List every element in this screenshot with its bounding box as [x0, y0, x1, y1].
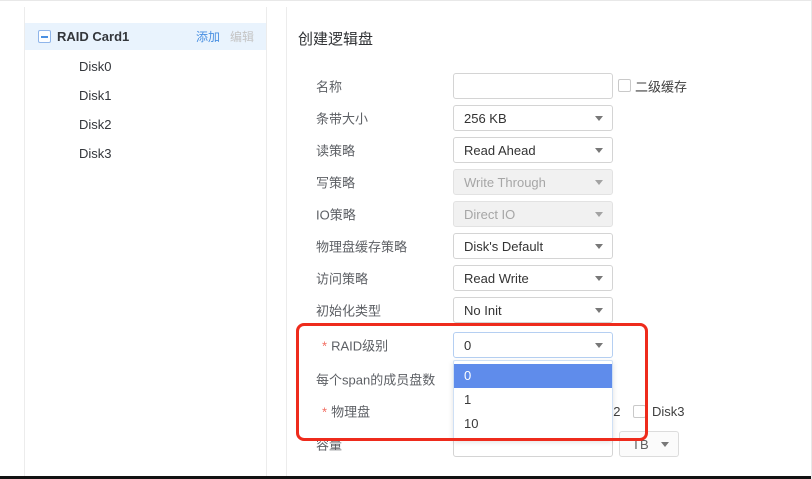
sidebar-item-disk1[interactable]: Disk1 — [25, 81, 266, 110]
io-policy-label: IO策略 — [316, 205, 356, 224]
sidebar-item-disk0[interactable]: Disk0 — [25, 52, 266, 81]
physical-disk-option-disk3[interactable]: Disk3 — [633, 398, 685, 424]
chevron-down-icon — [595, 343, 603, 348]
raid-level-option-0[interactable]: 0 — [454, 364, 612, 388]
name-input[interactable] — [453, 73, 613, 99]
stripe-size-select[interactable]: 256 KB — [453, 105, 613, 131]
raid-level-option-10[interactable]: 10 — [454, 412, 612, 436]
stripe-size-value: 256 KB — [464, 111, 507, 126]
init-type-row: 初始化类型 No Init — [287, 297, 811, 323]
disk-cache-policy-value: Disk's Default — [464, 239, 543, 254]
secondary-cache-label: 二级缓存 — [635, 77, 687, 96]
chevron-down-icon — [595, 276, 603, 281]
add-link[interactable]: 添加 — [196, 28, 220, 45]
chevron-down-icon — [595, 180, 603, 185]
init-type-label: 初始化类型 — [316, 301, 381, 320]
edit-link[interactable]: 编辑 — [230, 28, 254, 45]
stripe-size-label: 条带大小 — [316, 109, 368, 128]
write-policy-label: 写策略 — [316, 173, 355, 192]
init-type-value: No Init — [464, 303, 502, 318]
collapse-minus-icon[interactable] — [38, 30, 51, 43]
raid-level-row: *RAID级别 0 — [287, 332, 811, 358]
name-row: 名称 二级缓存 — [287, 73, 811, 99]
access-policy-label: 访问策略 — [316, 269, 368, 288]
write-policy-row: 写策略 Write Through — [287, 169, 811, 195]
raid-card-actions: 添加 编辑 — [196, 28, 254, 45]
write-policy-value: Write Through — [464, 175, 546, 190]
create-logical-disk-panel: 创建逻辑盘 名称 二级缓存 条带大小 256 KB 读策略 Read Ahead — [286, 7, 811, 476]
required-asterisk: * — [322, 405, 327, 420]
read-policy-value: Read Ahead — [464, 143, 536, 158]
raid-level-value: 0 — [464, 338, 471, 353]
span-member-disks-label: 每个span的成员盘数 — [316, 370, 435, 389]
io-policy-row: IO策略 Direct IO — [287, 201, 811, 227]
write-policy-select: Write Through — [453, 169, 613, 195]
io-policy-value: Direct IO — [464, 207, 515, 222]
page-title: 创建逻辑盘 — [298, 28, 373, 49]
raid-card-node[interactable]: RAID Card1 添加 编辑 — [25, 23, 266, 50]
chevron-down-icon — [595, 308, 603, 313]
required-asterisk: * — [322, 339, 327, 354]
disk-cache-policy-row: 物理盘缓存策略 Disk's Default — [287, 233, 811, 259]
read-policy-label: 读策略 — [316, 141, 355, 160]
access-policy-row: 访问策略 Read Write — [287, 265, 811, 291]
access-policy-select[interactable]: Read Write — [453, 265, 613, 291]
chevron-down-icon — [595, 212, 603, 217]
read-policy-row: 读策略 Read Ahead — [287, 137, 811, 163]
raid-card-label: RAID Card1 — [57, 29, 129, 44]
disk-cache-policy-select[interactable]: Disk's Default — [453, 233, 613, 259]
raid-level-option-1[interactable]: 1 — [454, 388, 612, 412]
raid-level-dropdown-list: 0 1 10 — [453, 360, 613, 440]
disk3-checkbox[interactable] — [633, 405, 646, 418]
stripe-size-row: 条带大小 256 KB — [287, 105, 811, 131]
capacity-unit-value: TB — [632, 437, 649, 452]
device-tree-sidebar: RAID Card1 添加 编辑 Disk0 Disk1 Disk2 Disk3 — [24, 7, 267, 476]
chevron-down-icon — [595, 116, 603, 121]
physical-disks-label: *物理盘 — [322, 402, 370, 421]
name-label: 名称 — [316, 77, 342, 96]
raid-level-label: *RAID级别 — [322, 336, 388, 355]
disk-cache-policy-label: 物理盘缓存策略 — [316, 237, 407, 256]
init-type-select[interactable]: No Init — [453, 297, 613, 323]
chevron-down-icon — [595, 244, 603, 249]
raid-management-screen: RAID Card1 添加 编辑 Disk0 Disk1 Disk2 Disk3… — [0, 0, 812, 479]
raid-level-select[interactable]: 0 — [453, 332, 613, 358]
chevron-down-icon — [595, 148, 603, 153]
secondary-cache-checkbox[interactable] — [618, 79, 631, 92]
chevron-down-icon — [661, 442, 669, 447]
read-policy-select[interactable]: Read Ahead — [453, 137, 613, 163]
capacity-label: 容量 — [316, 435, 342, 454]
access-policy-value: Read Write — [464, 271, 529, 286]
sidebar-item-disk3[interactable]: Disk3 — [25, 139, 266, 168]
sidebar-item-disk2[interactable]: Disk2 — [25, 110, 266, 139]
disk3-option-label: Disk3 — [652, 404, 685, 419]
io-policy-select: Direct IO — [453, 201, 613, 227]
capacity-unit-select: TB — [619, 431, 679, 457]
